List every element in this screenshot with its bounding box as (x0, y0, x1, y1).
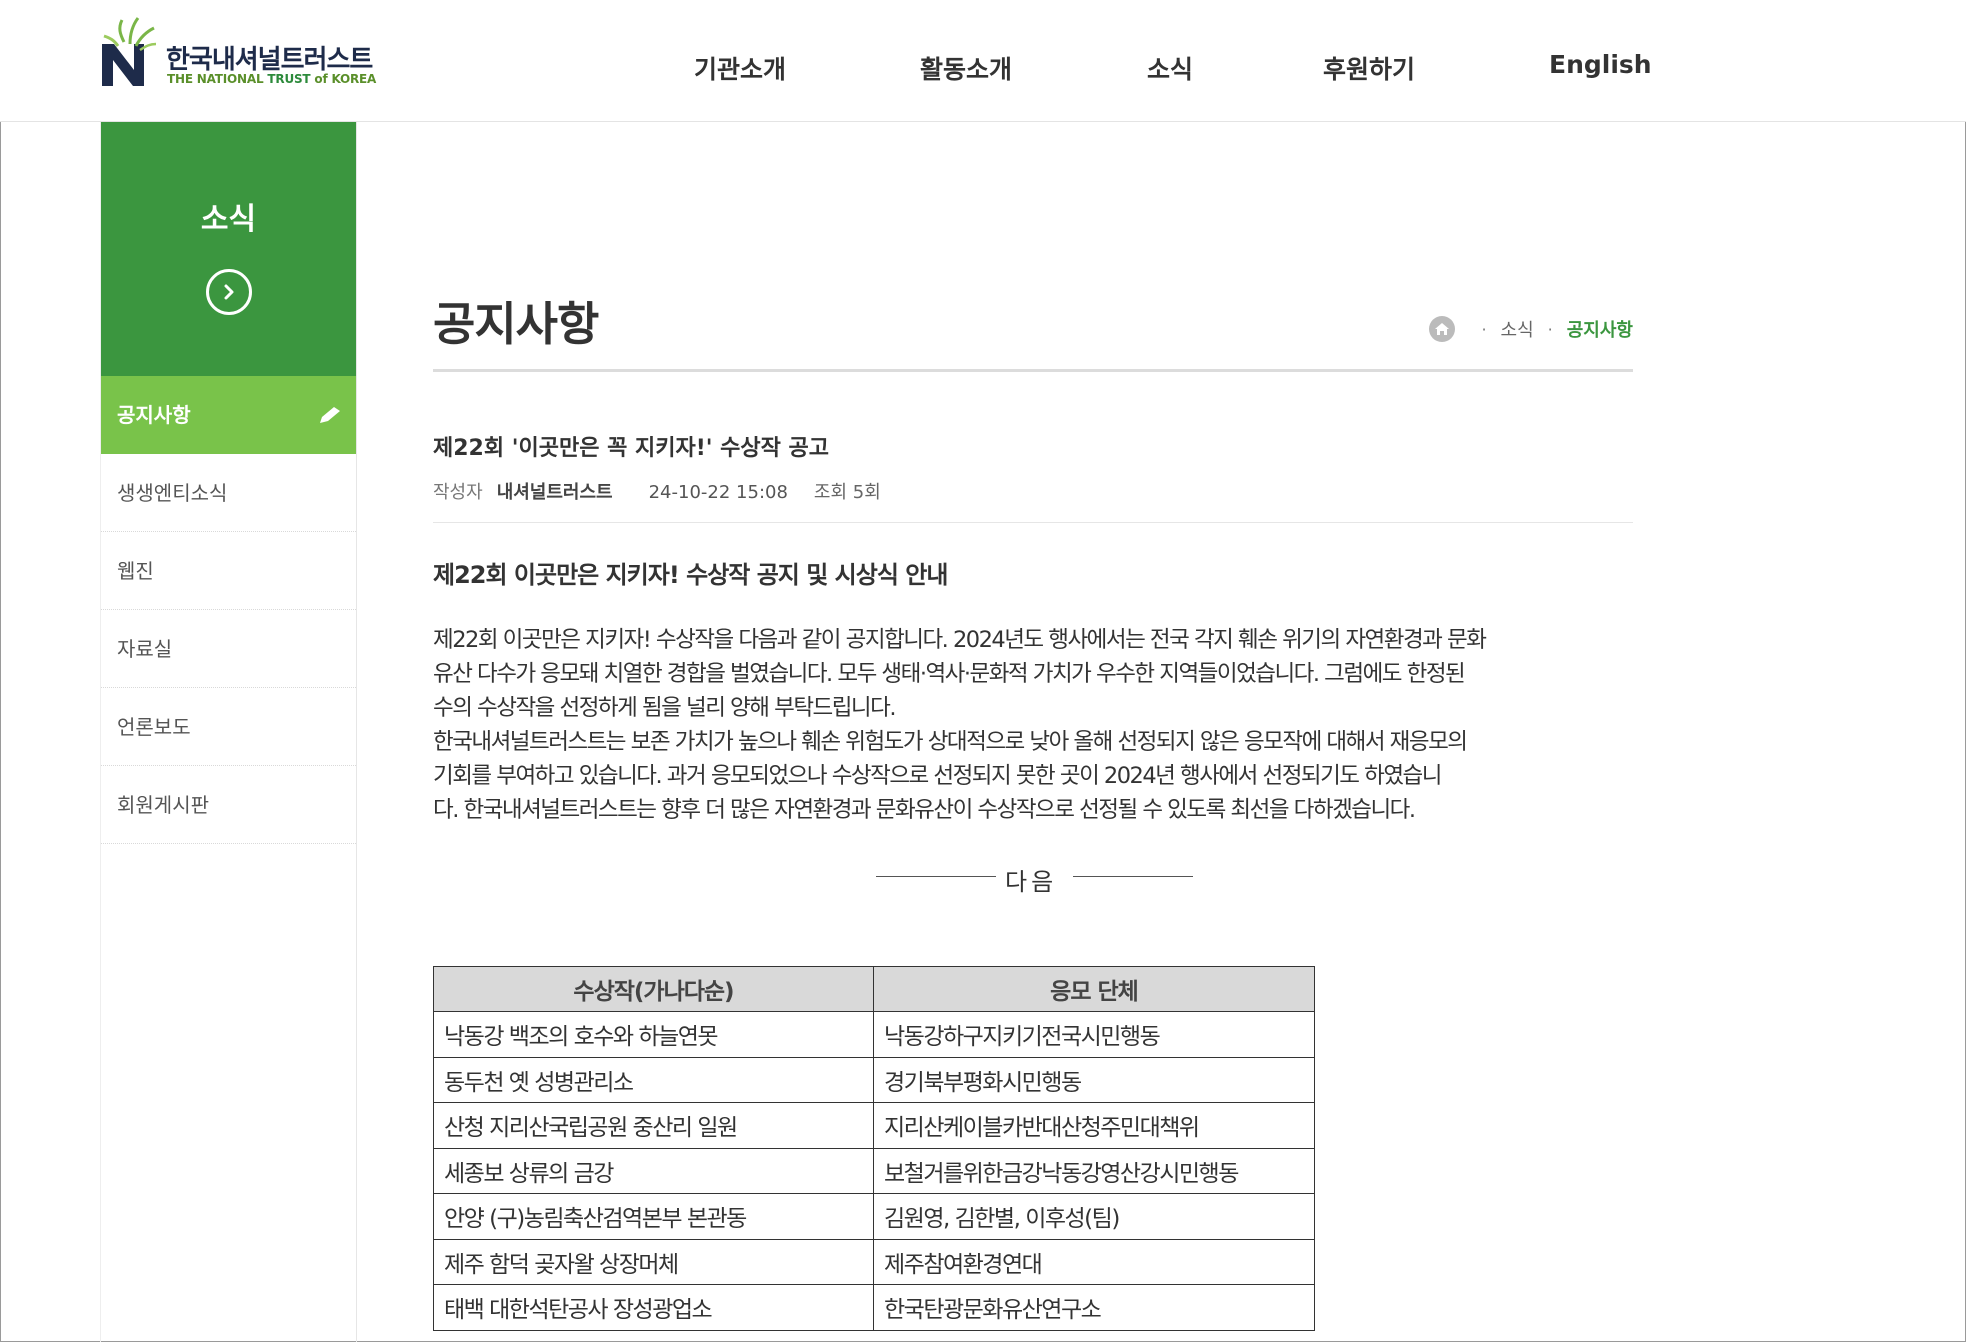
sidebar-item-label: 생생엔티소식 (117, 481, 228, 505)
award-cell: 산청 지리산국립공원 중산리 일원 (433, 1102, 874, 1149)
sidebar-expand-button[interactable] (206, 269, 252, 315)
post-body-heading: 제22회 이곳만은 지키자! 수상작 공지 및 시상식 안내 (433, 561, 948, 589)
applicant-cell: 김원영, 김한별, 이후성(팀) (873, 1193, 1315, 1240)
post-date: 24-10-22 15:08 (648, 482, 788, 503)
sidebar-title: 소식 (200, 202, 257, 237)
award-cell: 제주 함덕 곶자왈 상장머체 (433, 1238, 874, 1285)
breadcrumb-separator: · (1481, 319, 1487, 339)
breadcrumb: · 소식 · 공지사항 (1429, 314, 1633, 344)
breadcrumb-separator: · (1547, 319, 1553, 339)
sidebar-item-label: 회원게시판 (117, 793, 209, 817)
nav-english[interactable]: English (1549, 50, 1652, 79)
applicant-cell: 낙동강하구지키기전국시민행동 (873, 1011, 1315, 1058)
table-row: 태백 대한석탄공사 장성광업소 한국탄광문화유산연구소 (433, 1284, 1315, 1331)
author-label: 작성자 (433, 482, 483, 503)
table-row: 안양 (구)농림축산검역본부 본관동 김원영, 김한별, 이후성(팀) (433, 1193, 1315, 1240)
award-cell: 낙동강 백조의 호수와 하늘연못 (433, 1011, 874, 1058)
award-cell: 안양 (구)농림축산검역본부 본관동 (433, 1193, 874, 1240)
table-row: 제주 함덕 곶자왈 상장머체 제주참여환경연대 (433, 1238, 1315, 1285)
main-navigation: 기관소개 활동소개 소식 후원하기 English (0, 50, 1966, 90)
sidebar-item-webzine[interactable]: 웹진 (101, 532, 356, 610)
column-header-award: 수상작(가나다순) (433, 966, 874, 1012)
body-line: 기회를 부여하고 있습니다. 과거 응모되었으나 수상작으로 선정되지 못한 곳… (433, 763, 1442, 789)
pencil-icon (320, 407, 340, 423)
post-views: 조회 5회 (813, 482, 881, 503)
section-divider: 다음 (433, 862, 1633, 896)
table-row: 세종보 상류의 금강 보철거를위한금강낙동강영산강시민행동 (433, 1147, 1315, 1194)
award-cell: 세종보 상류의 금강 (433, 1147, 874, 1194)
award-cell: 태백 대한석탄공사 장성광업소 (433, 1284, 874, 1331)
home-icon[interactable] (1429, 316, 1456, 342)
column-header-applicant: 응모 단체 (873, 966, 1315, 1012)
awards-table: 수상작(가나다순) 응모 단체 낙동강 백조의 호수와 하늘연못 낙동강하구지키기… (433, 966, 1315, 1331)
divider-rule-right (1073, 876, 1193, 877)
nav-news[interactable]: 소식 (1147, 50, 1193, 86)
sidebar-header: 소식 (101, 122, 356, 376)
sidebar-item-label: 언론보도 (117, 715, 191, 739)
sidebar: 소식 공지사항 생생엔티소식 웹진 자료실 언론보도 회원게시판 (100, 122, 357, 1342)
title-divider (433, 369, 1633, 372)
sidebar-item-label: 공지사항 (117, 403, 191, 427)
body-line: 제22회 이곳만은 지키자! 수상작을 다음과 같이 공지합니다. 2024년도… (433, 627, 1487, 653)
body-line: 한국내셔널트러스트는 보존 가치가 높으나 훼손 위험도가 상대적으로 낮아 올… (433, 729, 1468, 755)
nav-activities[interactable]: 활동소개 (920, 50, 1012, 86)
sidebar-item-label: 웹진 (117, 559, 154, 583)
divider-rule-left (876, 876, 996, 877)
divider-label: 다음 (1005, 868, 1058, 896)
table-row: 낙동강 백조의 호수와 하늘연못 낙동강하구지키기전국시민행동 (433, 1011, 1315, 1058)
applicant-cell: 한국탄광문화유산연구소 (873, 1284, 1315, 1331)
applicant-cell: 경기북부평화시민행동 (873, 1056, 1315, 1103)
body-line: 수의 수상작을 선정하게 됨을 널리 양해 부탁드립니다. (433, 695, 896, 721)
body-line: 다. 한국내셔널트러스트는 향후 더 많은 자연환경과 문화유산이 수상작으로 … (433, 797, 1416, 823)
post-author: 내셔널트러스트 (496, 482, 613, 503)
breadcrumb-news[interactable]: 소식 (1501, 316, 1534, 342)
sidebar-item-notice[interactable]: 공지사항 (101, 376, 356, 454)
post-title: 제22회 '이곳만은 꼭 지키자!' 수상작 공고 (433, 436, 830, 461)
sidebar-item-member-board[interactable]: 회원게시판 (101, 766, 356, 844)
table-row: 산청 지리산국립공원 중산리 일원 지리산케이블카반대산청주민대책위 (433, 1102, 1315, 1149)
award-cell: 동두천 옛 성병관리소 (433, 1056, 874, 1103)
post-body-text: 제22회 이곳만은 지키자! 수상작을 다음과 같이 공지합니다. 2024년도… (433, 623, 1633, 827)
sidebar-menu: 공지사항 생생엔티소식 웹진 자료실 언론보도 회원게시판 (101, 376, 356, 844)
applicant-cell: 제주참여환경연대 (873, 1238, 1315, 1285)
sidebar-item-press[interactable]: 언론보도 (101, 688, 356, 766)
page-title: 공지사항 (433, 297, 599, 351)
sidebar-item-archive[interactable]: 자료실 (101, 610, 356, 688)
applicant-cell: 지리산케이블카반대산청주민대책위 (873, 1102, 1315, 1149)
nav-about[interactable]: 기관소개 (694, 50, 786, 86)
body-line: 유산 다수가 응모돼 치열한 경합을 벌였습니다. 모두 생태·역사·문화적 가… (433, 661, 1466, 687)
sidebar-item-label: 자료실 (117, 637, 173, 661)
breadcrumb-current: 공지사항 (1566, 320, 1633, 341)
applicant-cell: 보철거를위한금강낙동강영산강시민행동 (873, 1147, 1315, 1194)
chevron-right-icon (224, 284, 234, 300)
site-header: 한국내셔널트러스트 THE NATIONAL TRUST of KOREA 기관… (0, 0, 1966, 122)
table-row: 동두천 옛 성병관리소 경기북부평화시민행동 (433, 1056, 1315, 1103)
sidebar-item-entity-news[interactable]: 생생엔티소식 (101, 454, 356, 532)
table-header-row: 수상작(가나다순) 응모 단체 (433, 966, 1315, 1012)
post-meta: 작성자 내셔널트러스트 24-10-22 15:08 조회 5회 (433, 478, 881, 504)
nav-donate[interactable]: 후원하기 (1323, 50, 1415, 86)
meta-divider (433, 522, 1633, 523)
